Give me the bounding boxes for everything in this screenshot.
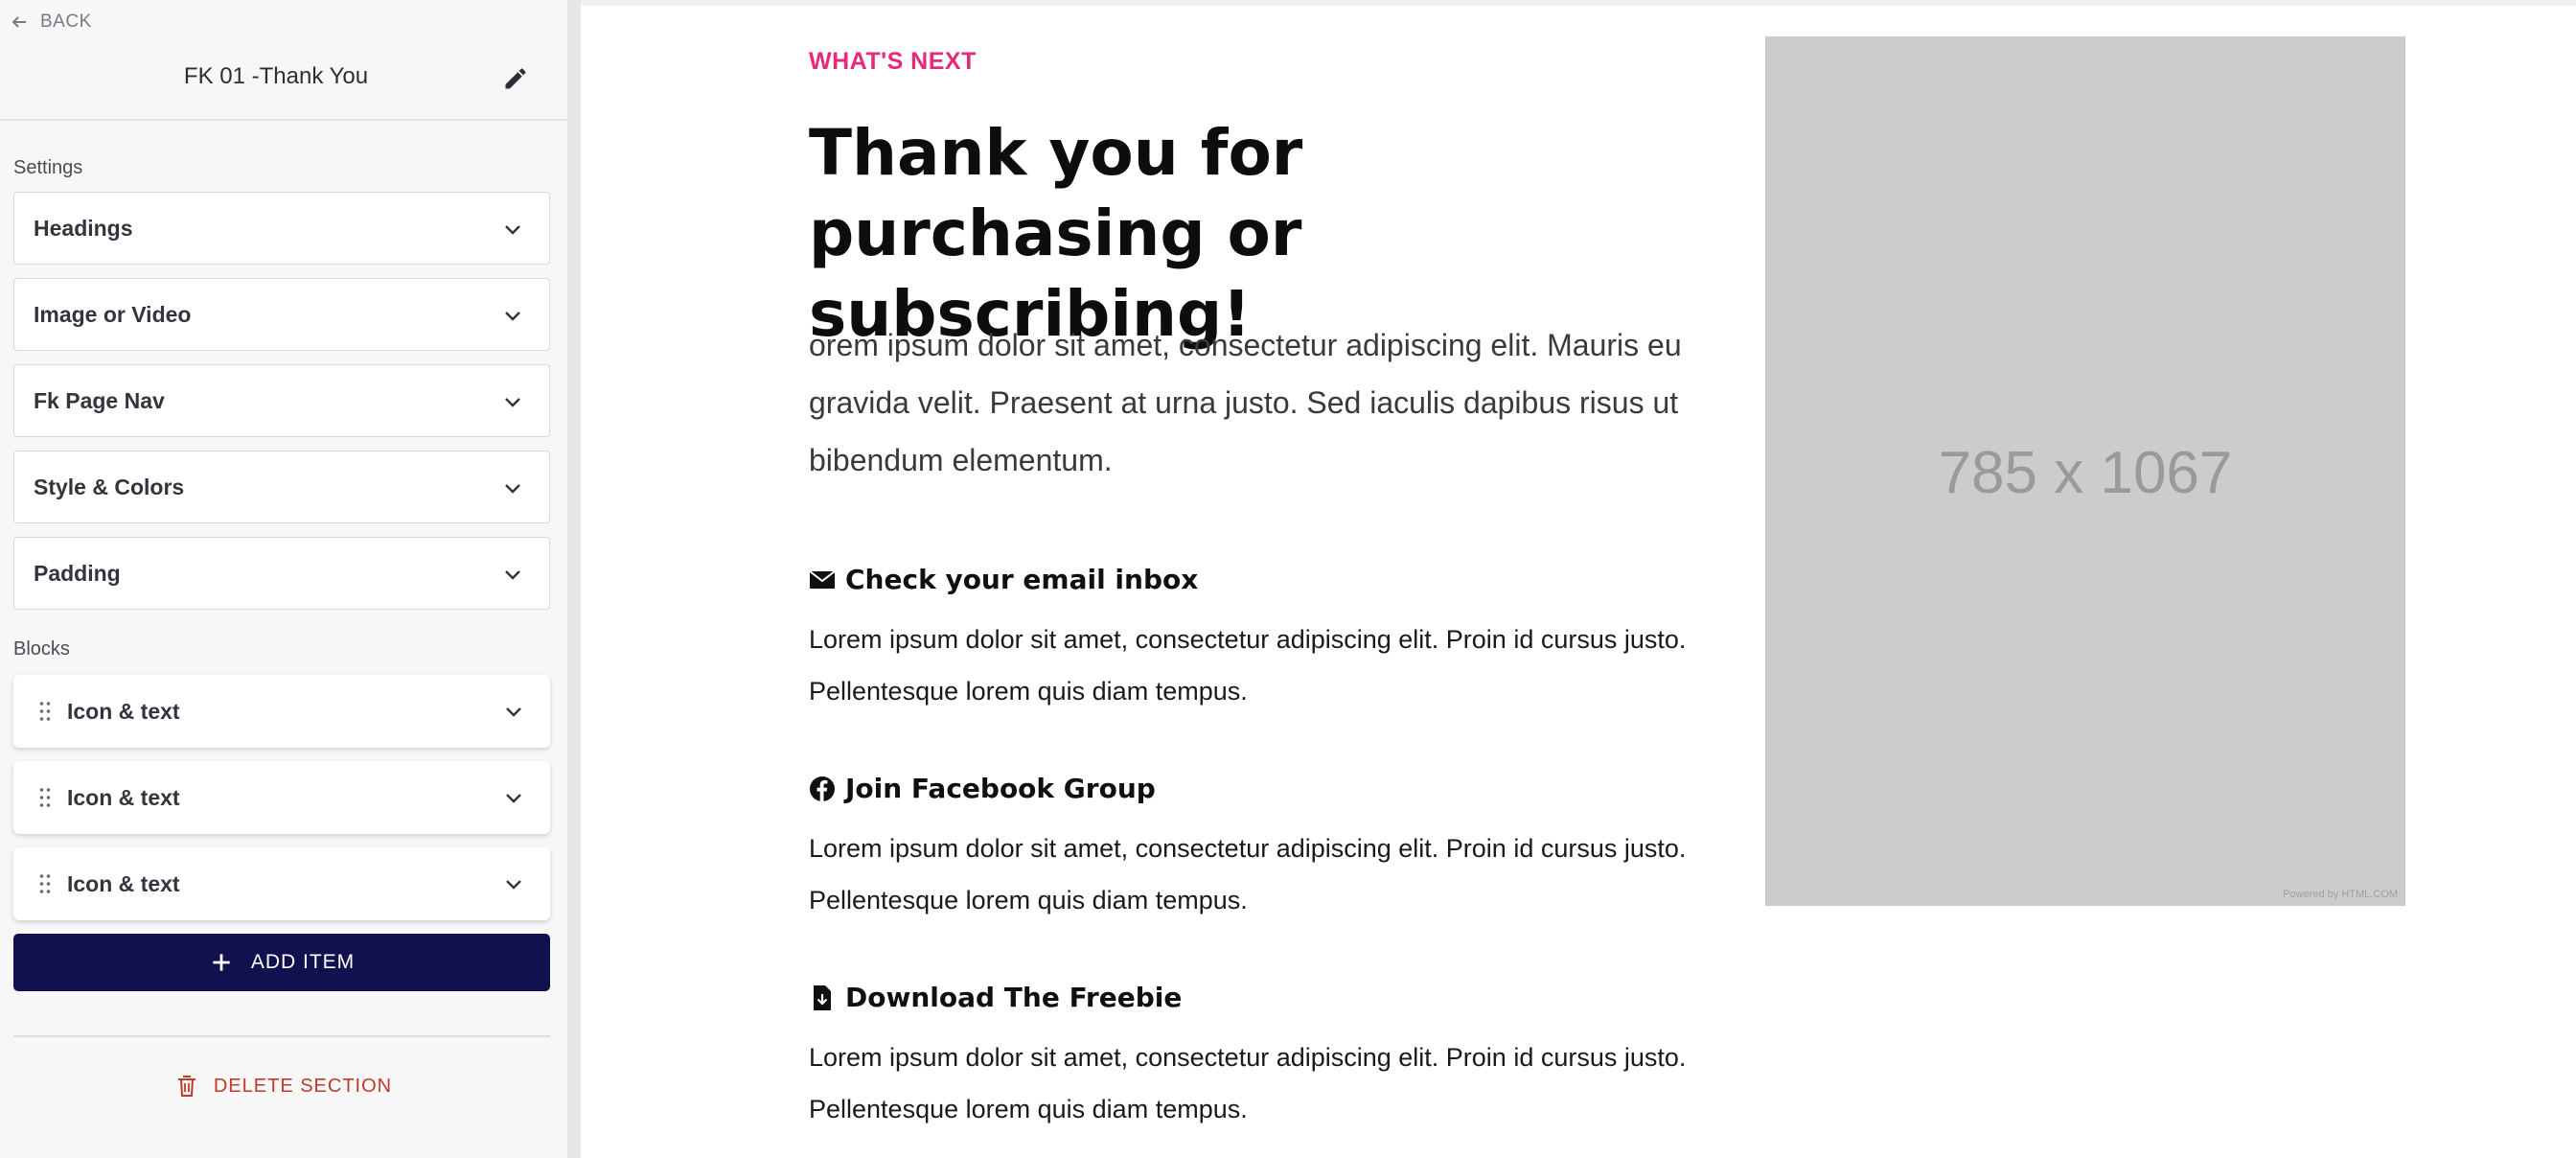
chevron-down-icon [506,707,521,717]
divider [13,1035,550,1037]
item-title-text: Download The Freebie [845,982,1183,1013]
envelope-icon [809,569,836,589]
arrow-left-icon [12,16,26,28]
add-item-button[interactable]: ADD ITEM [13,934,550,991]
chevron-down-icon [505,312,520,321]
item-description: Lorem ipsum dolor sit amet, consectetur … [809,1043,1687,1123]
delete-section-label: DELETE SECTION [213,1075,393,1097]
back-label: BACK [40,12,92,32]
accordion-label: Fk Page Nav [34,387,165,413]
intro-paragraph: orem ipsum dolor sit amet, consectetur a… [809,328,1682,477]
section-title: FK 01 -Thank You [183,63,369,89]
chevron-down-icon [505,398,520,407]
pencil-icon[interactable] [502,65,529,92]
item-title-text: Join Facebook Group [845,773,1156,804]
delete-section-button[interactable]: DELETE SECTION [0,1074,567,1099]
accordion-style-colors[interactable]: Style & Colors [13,451,550,523]
item-description: Lorem ipsum dolor sit amet, consectetur … [809,834,1687,915]
chevron-down-icon [505,484,520,494]
accordion-label: Padding [34,560,121,586]
accordion-image-or-video[interactable]: Image or Video [13,278,550,351]
accordion-headings[interactable]: Headings [13,192,550,265]
placeholder-credit: Powered by HTML.COM [2283,889,2398,900]
block-icon-text[interactable]: Icon & text [13,761,550,834]
block-label: Icon & text [67,870,180,896]
chevron-down-icon [505,225,520,235]
accordion-fk-page-nav[interactable]: Fk Page Nav [13,364,550,437]
block-icon-text[interactable]: Icon & text [13,675,550,748]
block-label: Icon & text [67,698,180,724]
panel-divider[interactable] [567,0,581,1158]
divider [0,119,567,121]
drag-handle-icon[interactable] [38,787,52,808]
image-placeholder[interactable]: 785 x 1067 Powered by HTML.COM [1765,36,2405,906]
accordion-label: Image or Video [34,301,192,327]
back-button[interactable]: BACK [10,12,92,33]
add-item-label: ADD ITEM [250,951,356,973]
chevron-down-icon [506,794,521,803]
accordion-label: Style & Colors [34,474,185,499]
facebook-icon [810,776,835,801]
settings-label: Settings [13,157,83,178]
item-title-text: Check your email inbox [845,564,1199,595]
block-label: Icon & text [67,784,180,810]
eyebrow-text: WHAT'S NEXT [809,48,977,75]
placeholder-dimensions: 785 x 1067 [1938,440,2233,506]
chevron-down-icon [506,880,521,890]
item-title: Join Facebook Group [809,773,1156,804]
settings-sidebar: BACK FK 01 -Thank You Settings Headings … [0,0,567,1158]
accordion-padding[interactable]: Padding [13,537,550,610]
drag-handle-icon[interactable] [38,701,52,722]
item-title: Download The Freebie [809,982,1182,1013]
item-description: Lorem ipsum dolor sit amet, consectetur … [809,625,1687,706]
accordion-label: Headings [34,215,133,241]
blocks-label: Blocks [13,638,70,660]
chevron-down-icon [505,570,520,580]
plus-icon [213,954,230,971]
drag-handle-icon[interactable] [38,873,52,894]
trash-icon [177,1076,196,1097]
block-icon-text[interactable]: Icon & text [13,847,550,920]
item-title: Check your email inbox [809,564,1198,595]
file-download-icon [814,984,831,1010]
